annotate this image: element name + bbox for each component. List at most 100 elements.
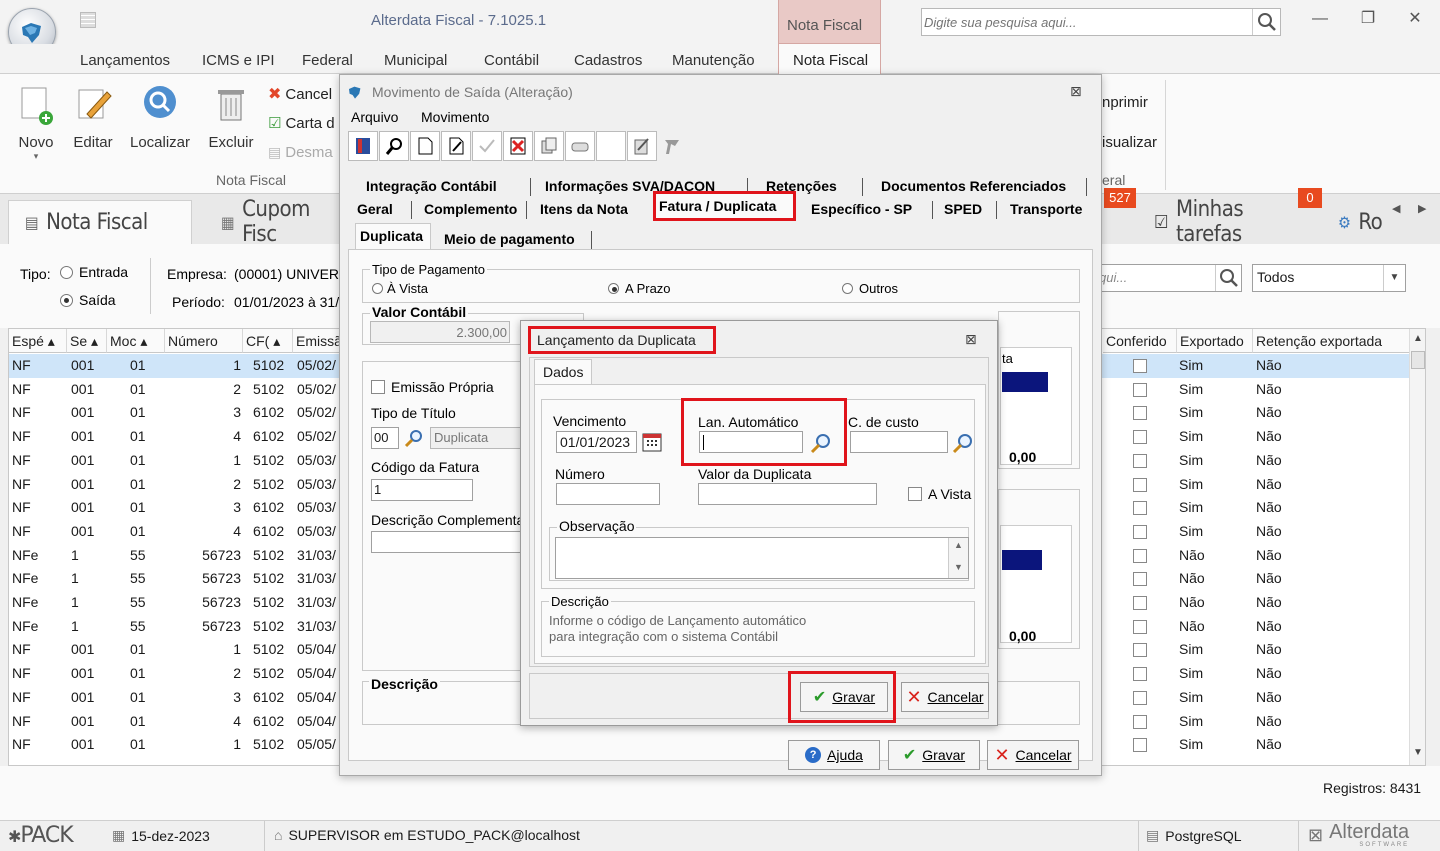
c-custo-input[interactable] [850,431,948,453]
descricao-complementar-input[interactable] [371,531,523,553]
copy-icon[interactable] [534,131,564,161]
col-header-cfop[interactable]: CF( ▴ [243,329,293,353]
radio-outros[interactable]: Outros [842,281,898,296]
tab-especifico-sp[interactable]: Específico - SP [811,201,912,217]
radio-entrada[interactable]: Entrada [60,264,128,280]
cancelar-nota-button[interactable]: ✖ Cancel [268,84,332,104]
grid-scrollbar[interactable]: ▲ ▼ [1409,329,1425,765]
conferido-checkbox[interactable] [1133,690,1147,705]
a-vista-checkbox[interactable]: A Vista [908,486,971,502]
localizar-button[interactable]: Localizar [128,82,192,151]
tab-itens-da-nota[interactable]: Itens da Nota [540,201,628,217]
novo-button[interactable]: Novo ▾ [14,82,58,162]
c-custo-search-icon[interactable] [950,431,976,455]
conferido-checkbox[interactable] [1133,548,1147,563]
conferido-checkbox[interactable] [1133,406,1147,421]
menu-icms-ipi[interactable]: ICMS e IPI [202,52,275,69]
minimize-button[interactable]: — [1305,8,1335,30]
quick-access-icon[interactable] [80,12,96,28]
conferido-checkbox[interactable] [1133,453,1147,468]
printer-icon[interactable] [565,131,595,161]
tab-documentos-referenciados[interactable]: Documentos Referenciados [881,178,1066,194]
conferido-checkbox[interactable] [1133,619,1147,634]
vencimento-input[interactable]: 01/01/2023 [556,431,637,453]
filter-select[interactable]: Todos ▼ [1252,264,1406,292]
col-header-modelo[interactable]: Moc ▴ [107,329,165,353]
tab-fatura-duplicata[interactable]: Fatura / Duplicata [653,191,796,221]
conferido-checkbox[interactable] [1133,382,1147,397]
col-header-conferido[interactable]: Conferido [1103,329,1177,353]
tab-complemento[interactable]: Complemento [424,201,517,217]
conferido-checkbox[interactable] [1133,596,1147,610]
inner-close-button[interactable]: ⊠ [965,331,977,348]
radio-a-prazo[interactable]: A Prazo [608,281,671,296]
excluir-button[interactable]: Excluir [205,82,257,151]
radio-saida[interactable]: Saída [60,292,116,308]
conferido-checkbox[interactable] [1133,524,1147,539]
conferido-checkbox[interactable] [1133,430,1147,445]
observacao-scrollbar[interactable]: ▲ ▼ [948,538,968,578]
menu-manutencao[interactable]: Manutenção [672,52,755,69]
search-icon[interactable] [379,131,409,161]
tipo-titulo-code[interactable]: 00 [371,427,399,449]
col-header-retencao[interactable]: Retenção exportada [1253,329,1411,353]
valor-duplicata-input[interactable] [698,483,877,505]
close-button[interactable]: ✕ [1400,8,1430,30]
blank-tool[interactable] [596,131,626,161]
col-header-serie[interactable]: Se ▴ [67,329,107,353]
blank-page-icon[interactable] [410,131,440,161]
calendar-icon[interactable] [641,431,663,453]
tipo-titulo-search-icon[interactable] [402,427,428,449]
conferido-checkbox[interactable] [1133,477,1147,492]
book-icon[interactable] [348,131,378,161]
radio-a-vista[interactable]: À Vista [372,281,428,296]
lan-automatico-input[interactable] [699,431,803,453]
emissao-propria-checkbox[interactable]: Emissão Própria [371,379,494,395]
global-search-box[interactable] [921,8,1281,36]
grid-search-input[interactable]: qui... [1096,264,1242,292]
col-header-especie[interactable]: Espé ▴ [9,329,67,353]
visualizar-button[interactable]: isualizar [1102,134,1157,151]
dialog-menu-movimento[interactable]: Movimento [421,109,489,125]
conferido-checkbox[interactable] [1133,501,1147,516]
subtab-meio-pagamento[interactable]: Meio de pagamento [444,231,575,247]
tab-ro[interactable]: ⚙ Ro [1322,200,1388,244]
codigo-fatura-input[interactable]: 1 [371,479,473,501]
tab-transporte[interactable]: Transporte [1010,201,1082,217]
search-icon[interactable] [1215,265,1241,291]
hammer-icon[interactable] [658,131,688,161]
tab-scroll-right[interactable]: ▶ [1418,202,1426,215]
tab-scroll-left[interactable]: ◀ [1392,202,1400,215]
numero-input[interactable] [556,483,660,505]
tab-integracao-contabil[interactable]: Integração Contábil [366,178,497,194]
editar-button[interactable]: Editar [70,82,116,151]
conferido-checkbox[interactable] [1133,359,1147,373]
cancelar-button[interactable]: ✕ Cancelar [987,740,1079,770]
tab-sped[interactable]: SPED [944,201,982,217]
iss-icon[interactable] [627,131,657,161]
tab-cupom-fiscal[interactable]: ▦ Cupom Fisc [205,197,345,247]
menu-lancamentos[interactable]: Lançamentos [80,52,170,69]
tab-nota-fiscal[interactable]: ▤ Nota Fiscal [8,200,192,244]
menu-cadastros[interactable]: Cadastros [574,52,642,69]
desmarcar-button[interactable]: ▤ Desma [268,144,333,161]
delete-document-icon[interactable] [503,131,533,161]
col-header-numero[interactable]: Número [165,329,243,353]
col-header-exportado[interactable]: Exportado [1177,329,1253,353]
menu-nota-fiscal[interactable]: Nota Fiscal [778,43,881,74]
subtab-duplicata[interactable]: Duplicata [355,223,431,249]
scrollbar-thumb[interactable] [1411,351,1425,369]
dialog-menu-arquivo[interactable]: Arquivo [351,109,398,125]
menu-federal[interactable]: Federal [302,52,353,69]
observacao-textarea[interactable]: ▲ ▼ [555,537,969,579]
imprimir-button[interactable]: nprimir [1102,94,1148,111]
conferido-checkbox[interactable] [1133,643,1147,658]
tab-geral[interactable]: Geral [357,201,393,217]
conferido-checkbox[interactable] [1133,738,1147,753]
col-header-emissao[interactable]: Emissã [293,329,341,353]
global-search-input[interactable] [924,11,1250,33]
conferido-checkbox[interactable] [1133,714,1147,729]
chevron-down-icon[interactable]: ▼ [1383,265,1405,291]
conferido-checkbox[interactable] [1133,572,1147,587]
search-icon[interactable] [1252,9,1280,35]
